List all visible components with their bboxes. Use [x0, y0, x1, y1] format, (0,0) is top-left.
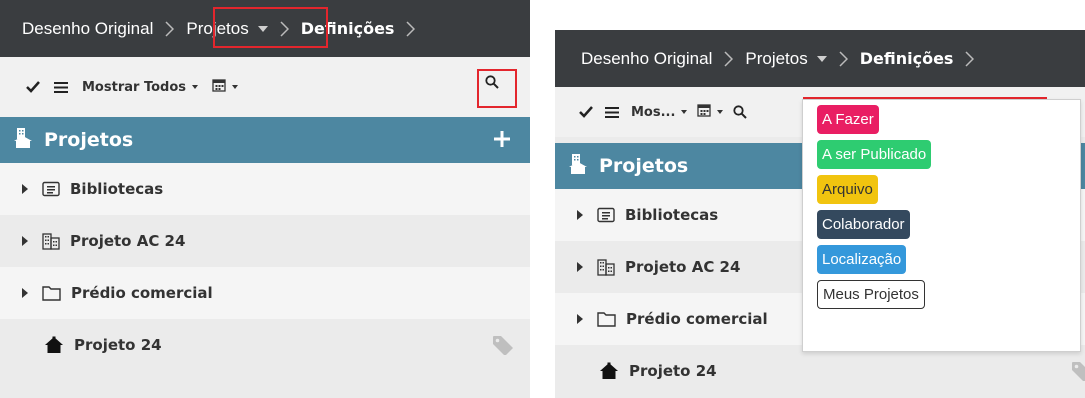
list-icon[interactable]: [54, 81, 68, 93]
list-item[interactable]: Prédio comercial: [0, 267, 530, 319]
tag-meus-projetos[interactable]: Meus Projetos: [817, 280, 925, 309]
toolbar: Mostrar Todos: [0, 57, 530, 117]
tag-icon[interactable]: [1071, 361, 1085, 385]
house-icon: [599, 362, 619, 380]
page-title: Projetos: [599, 155, 689, 177]
show-all-label: Mos...: [631, 104, 676, 120]
list-item-label: Bibliotecas: [70, 180, 164, 198]
list-icon[interactable]: [605, 106, 619, 118]
building-icon: [42, 232, 60, 250]
list-item[interactable]: Bibliotecas: [0, 163, 530, 215]
list-item[interactable]: Projeto 24: [555, 345, 1085, 397]
add-project-button[interactable]: [494, 131, 510, 151]
caret-right-icon[interactable]: [22, 236, 28, 246]
breadcrumb-projects-label: Projetos: [745, 48, 808, 68]
caret-right-icon[interactable]: [22, 288, 28, 298]
list-item-label: Projeto 24: [629, 362, 717, 380]
show-all-dropdown[interactable]: Mos...: [631, 104, 688, 120]
projects-icon: [12, 127, 34, 153]
calendar-dropdown[interactable]: [212, 78, 238, 96]
chevron-right-icon: [165, 20, 175, 37]
check-icon[interactable]: [579, 106, 593, 118]
chevron-right-icon: [839, 50, 848, 67]
library-icon: [597, 207, 615, 223]
caret-right-icon[interactable]: [577, 262, 583, 272]
folder-icon: [42, 285, 61, 301]
projects-header: Projetos: [0, 117, 530, 163]
caret-right-icon[interactable]: [577, 210, 583, 220]
search-highlight: [477, 69, 517, 108]
list-item[interactable]: Projeto AC 24: [0, 215, 530, 267]
tag-a-ser-publicado[interactable]: A ser Publicado: [817, 140, 932, 169]
tag-localizacao[interactable]: Localização: [817, 245, 907, 274]
left-panel: Desenho Original Projetos Definições Mos…: [0, 0, 530, 398]
projects-highlight: [213, 7, 328, 48]
search-icon[interactable]: [733, 105, 748, 119]
show-all-dropdown[interactable]: Mostrar Todos: [82, 80, 198, 95]
chevron-right-icon: [724, 50, 734, 67]
chevron-right-icon: [965, 50, 975, 67]
breadcrumb: Desenho Original Projetos Definições: [555, 30, 1085, 87]
calendar-icon: [697, 103, 712, 121]
list-item-label: Prédio comercial: [71, 284, 213, 302]
list-item-label: Projeto AC 24: [625, 258, 741, 276]
tag-arquivo[interactable]: Arquivo: [817, 175, 878, 204]
house-icon: [44, 336, 64, 354]
check-icon[interactable]: [26, 81, 40, 93]
right-panel: Desenho Original Projetos Definições Mos…: [555, 30, 1085, 398]
tag-filter-dropdown: A Fazer A ser Publicado Arquivo Colabora…: [802, 99, 1081, 352]
caret-down-icon: [816, 55, 827, 62]
tag-colaborador[interactable]: Colaborador: [817, 210, 910, 239]
breadcrumb-settings[interactable]: Definições: [860, 49, 954, 68]
page-title: Projetos: [44, 129, 134, 151]
caret-down-icon: [232, 85, 238, 89]
breadcrumb-projects[interactable]: Projetos: [745, 48, 827, 69]
list-item[interactable]: Projeto 24: [0, 319, 530, 371]
caret-down-icon: [192, 85, 198, 89]
caret-right-icon[interactable]: [577, 314, 583, 324]
tag-a-fazer[interactable]: A Fazer: [817, 105, 879, 134]
folder-icon: [597, 311, 616, 327]
show-all-label: Mostrar Todos: [82, 79, 186, 95]
calendar-icon: [212, 78, 226, 96]
building-icon: [597, 258, 615, 276]
list-item-label: Projeto AC 24: [70, 232, 186, 250]
list-item-label: Prédio comercial: [626, 310, 768, 328]
list-item-label: Projeto 24: [74, 336, 162, 354]
plus-icon: [494, 131, 510, 147]
breadcrumb-original[interactable]: Desenho Original: [22, 19, 153, 39]
projects-icon: [567, 153, 589, 179]
caret-down-icon: [717, 110, 724, 114]
breadcrumb-original[interactable]: Desenho Original: [581, 49, 712, 69]
caret-down-icon: [681, 110, 688, 114]
tag-icon[interactable]: [492, 335, 514, 359]
calendar-dropdown[interactable]: [697, 103, 724, 121]
caret-right-icon[interactable]: [22, 184, 28, 194]
list-item-label: Bibliotecas: [625, 206, 719, 224]
library-icon: [42, 181, 60, 197]
chevron-right-icon: [406, 20, 416, 37]
